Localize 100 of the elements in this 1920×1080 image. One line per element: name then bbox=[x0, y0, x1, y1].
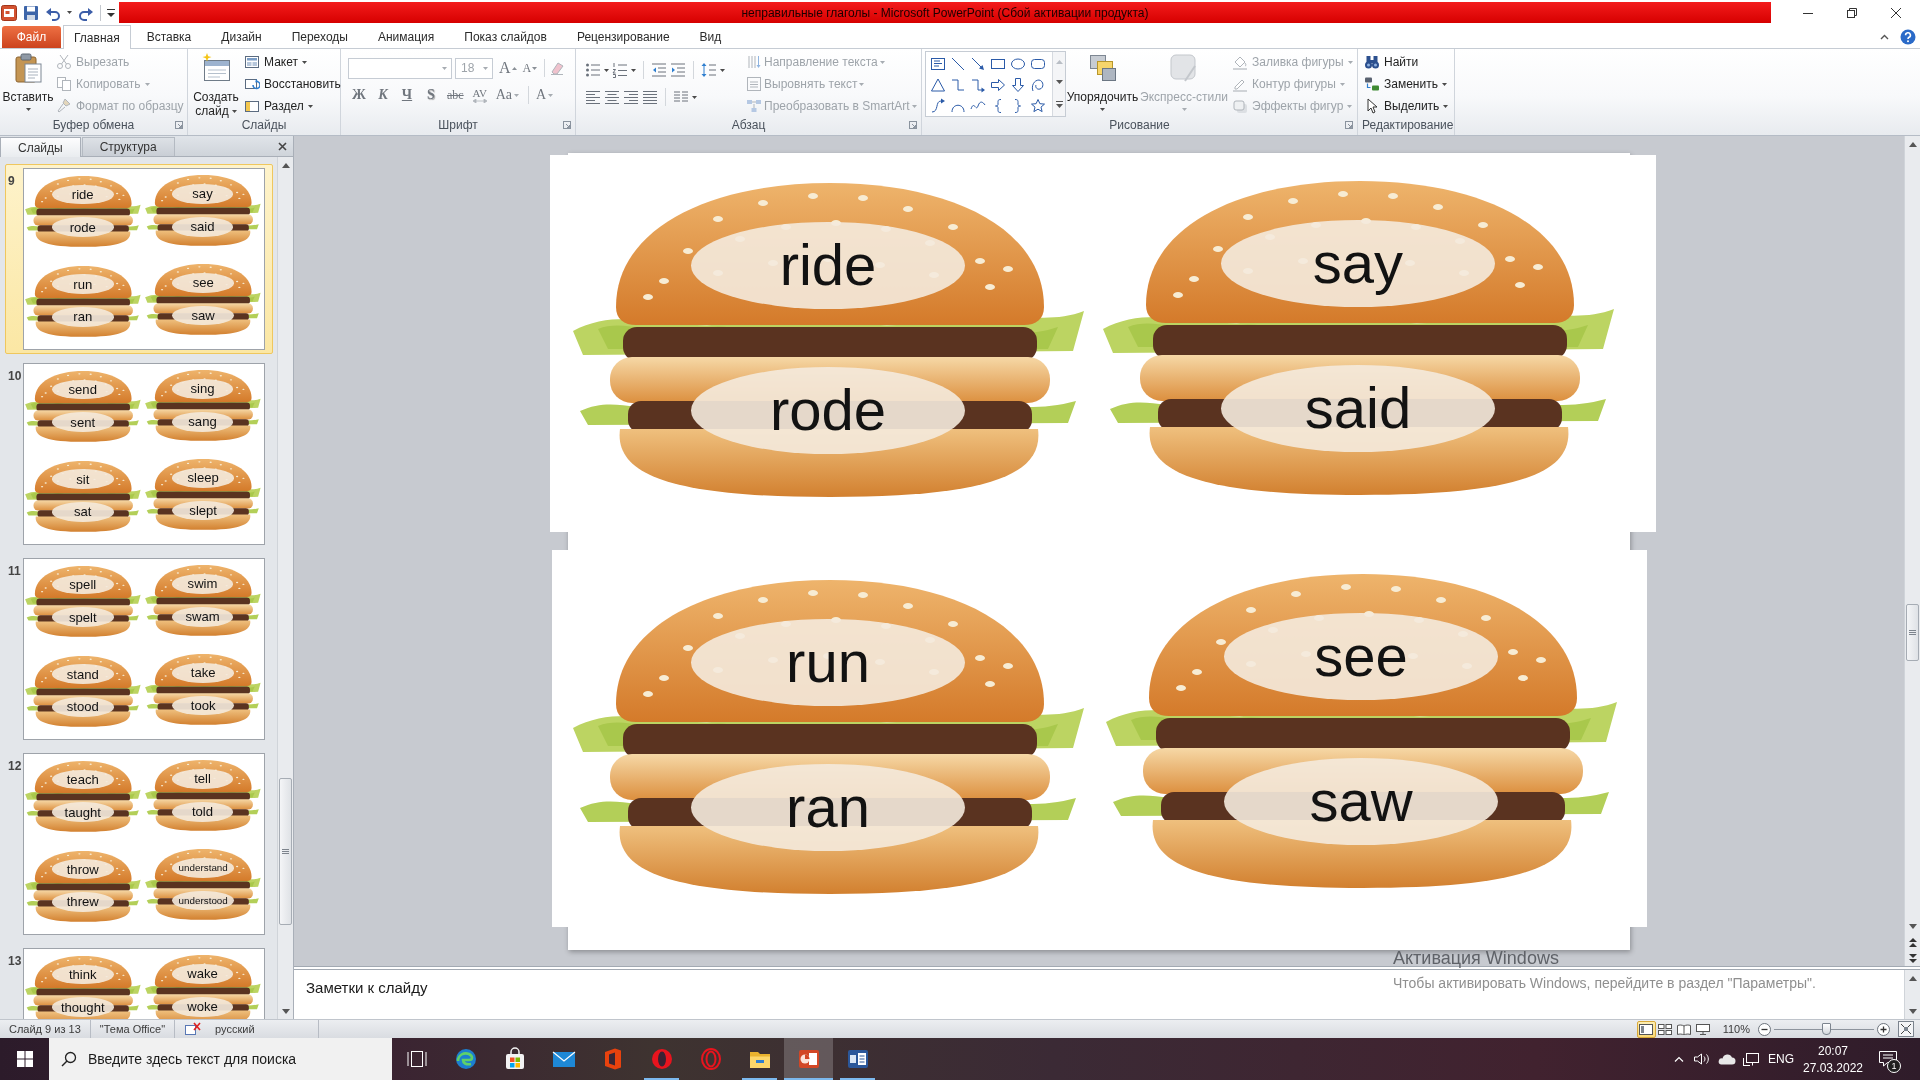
oval-icon[interactable] bbox=[1010, 55, 1026, 72]
slide-list-item[interactable]: 13 think thought wake woke bbox=[5, 944, 273, 1019]
line-icon[interactable] bbox=[950, 55, 966, 72]
gallery-down-icon[interactable] bbox=[1055, 80, 1063, 85]
slide-list-item[interactable]: 9 ride rode say said run ran see saw bbox=[5, 164, 273, 354]
scroll-up-icon[interactable] bbox=[1908, 141, 1917, 147]
pane-tab[interactable]: Слайды bbox=[0, 137, 81, 157]
dialog-launcher-icon[interactable] bbox=[1345, 121, 1353, 129]
slideshow-icon bbox=[1696, 1023, 1711, 1035]
replace-button[interactable]: Заменить bbox=[1361, 73, 1452, 95]
triangle-icon[interactable] bbox=[930, 76, 946, 93]
slide-list-item[interactable]: 10 send sent sing sang sit sat sleep slept bbox=[5, 359, 273, 549]
ribbon-tab[interactable]: Вставка bbox=[132, 26, 206, 48]
elbow-arrow-icon[interactable] bbox=[970, 76, 986, 93]
fit-to-window-icon[interactable] bbox=[1898, 1021, 1914, 1037]
increase-indent-icon[interactable] bbox=[670, 62, 686, 78]
activation-title: Активация Windows bbox=[1393, 950, 1559, 966]
line-spacing-icon[interactable] bbox=[701, 62, 717, 78]
ribbon-tab[interactable]: Вид bbox=[685, 26, 736, 48]
text-box-icon[interactable] bbox=[930, 55, 946, 72]
caret-icon bbox=[442, 66, 447, 70]
app-logo-icon[interactable] bbox=[1, 4, 17, 21]
caret-icon bbox=[483, 66, 488, 70]
customize-toolbar-icon[interactable] bbox=[107, 7, 115, 18]
ribbon-tab[interactable]: Показ слайдов bbox=[450, 26, 561, 48]
group-label: Шрифт bbox=[438, 118, 478, 132]
file-menu-button[interactable]: Файл bbox=[2, 26, 61, 48]
caret-icon bbox=[879, 60, 885, 64]
next-slide-icon[interactable] bbox=[1908, 953, 1917, 963]
scrollbar-thumb[interactable] bbox=[1906, 604, 1919, 661]
spell-check-icon[interactable] bbox=[184, 1022, 203, 1036]
bullet-list-icon[interactable] bbox=[585, 62, 601, 78]
zoom-slider[interactable] bbox=[1774, 1023, 1874, 1035]
gallery-more-icon[interactable] bbox=[1055, 100, 1063, 108]
caret-icon bbox=[231, 110, 237, 114]
normal-view-icon bbox=[1639, 1023, 1654, 1035]
ribbon-tab[interactable]: Главная bbox=[63, 25, 131, 49]
input-language-button[interactable]: ENG bbox=[1764, 1038, 1798, 1080]
caret-icon bbox=[631, 68, 636, 72]
notifications-button[interactable]: 1 bbox=[1868, 1038, 1908, 1080]
restore-icon bbox=[1847, 7, 1857, 18]
align-right-icon[interactable] bbox=[623, 89, 639, 105]
scroll-down-icon[interactable] bbox=[281, 1008, 290, 1014]
previous-slide-icon[interactable] bbox=[1908, 937, 1917, 947]
save-icon[interactable] bbox=[23, 4, 39, 21]
pointer-icon bbox=[1364, 98, 1380, 114]
language-indicator[interactable]: русский bbox=[215, 1023, 255, 1035]
scroll-up-icon[interactable] bbox=[1908, 975, 1917, 981]
caret-icon bbox=[911, 104, 917, 108]
pane-tab[interactable]: Структура bbox=[81, 137, 175, 156]
scrollbar-thumb[interactable] bbox=[279, 778, 292, 925]
search-field[interactable]: Введите здесь текст для поиска bbox=[49, 1038, 392, 1080]
justify-icon[interactable] bbox=[642, 89, 658, 105]
dialog-launcher-icon[interactable] bbox=[175, 121, 183, 129]
ribbon-tab[interactable]: Дизайн bbox=[207, 26, 276, 48]
decrease-indent-icon[interactable] bbox=[651, 62, 667, 78]
align-center-icon[interactable] bbox=[604, 89, 620, 105]
caret-icon bbox=[1100, 108, 1105, 111]
arrange-button[interactable]: Упорядочить bbox=[1066, 51, 1139, 117]
down-arrow-icon[interactable] bbox=[1010, 76, 1026, 93]
slide-position: Слайд 9 из 13 bbox=[9, 1023, 81, 1035]
loop-shape-icon[interactable] bbox=[1030, 76, 1046, 93]
close-icon[interactable] bbox=[278, 141, 287, 151]
ribbon-tab[interactable]: Рецензирование bbox=[562, 26, 684, 48]
caret-up-icon bbox=[511, 66, 517, 70]
arrow-line-icon[interactable] bbox=[970, 55, 986, 72]
scroll-up-icon[interactable] bbox=[281, 162, 290, 168]
taskbar-button[interactable] bbox=[784, 1038, 833, 1080]
collapse-ribbon-icon[interactable] bbox=[1880, 33, 1889, 40]
ribbon-tab[interactable]: Анимация bbox=[363, 26, 449, 48]
paste-button[interactable]: Вставить bbox=[3, 51, 53, 117]
new-slide-button[interactable]: Создать слайд bbox=[191, 51, 241, 117]
slide-list-item[interactable]: 12 teach taught tell told throw threw understand understood bbox=[5, 749, 273, 939]
find-button[interactable]: Найти bbox=[1361, 51, 1452, 73]
caret-icon bbox=[301, 60, 307, 64]
align-left-icon[interactable] bbox=[585, 89, 601, 105]
slide-list-item[interactable]: 11 spell spelt swim swam stand stood take took bbox=[5, 554, 273, 744]
scroll-down-icon[interactable] bbox=[1908, 1008, 1917, 1014]
layout-button[interactable]: Макет bbox=[241, 51, 344, 73]
windows-logo-icon bbox=[16, 1051, 33, 1067]
zoom-in-icon[interactable] bbox=[1877, 1022, 1890, 1036]
select-button[interactable]: Выделить bbox=[1361, 95, 1452, 117]
brush-icon bbox=[56, 98, 72, 114]
speaker-icon bbox=[1693, 1052, 1711, 1066]
slider-thumb[interactable] bbox=[1821, 1023, 1831, 1035]
numbered-list-icon[interactable] bbox=[612, 62, 628, 78]
reset-button[interactable]: Восстановить bbox=[241, 73, 344, 95]
clock-button[interactable]: 20:07 27.03.2022 bbox=[1798, 1038, 1868, 1080]
zoom-level[interactable]: 110% bbox=[1722, 1023, 1750, 1035]
scroll-down-icon[interactable] bbox=[1908, 923, 1917, 929]
curved-connector-icon[interactable] bbox=[930, 97, 946, 114]
section-button[interactable]: Раздел bbox=[241, 95, 344, 117]
star-icon[interactable] bbox=[1030, 97, 1046, 114]
dialog-launcher-icon[interactable] bbox=[909, 121, 917, 129]
right-arrow-icon[interactable] bbox=[990, 76, 1006, 93]
help-icon[interactable] bbox=[1900, 28, 1916, 45]
ribbon-tab[interactable]: Переходы bbox=[277, 26, 362, 48]
zoom-out-icon[interactable] bbox=[1758, 1022, 1771, 1036]
view-button[interactable] bbox=[1636, 1020, 1656, 1038]
dialog-launcher-icon[interactable] bbox=[563, 121, 571, 129]
